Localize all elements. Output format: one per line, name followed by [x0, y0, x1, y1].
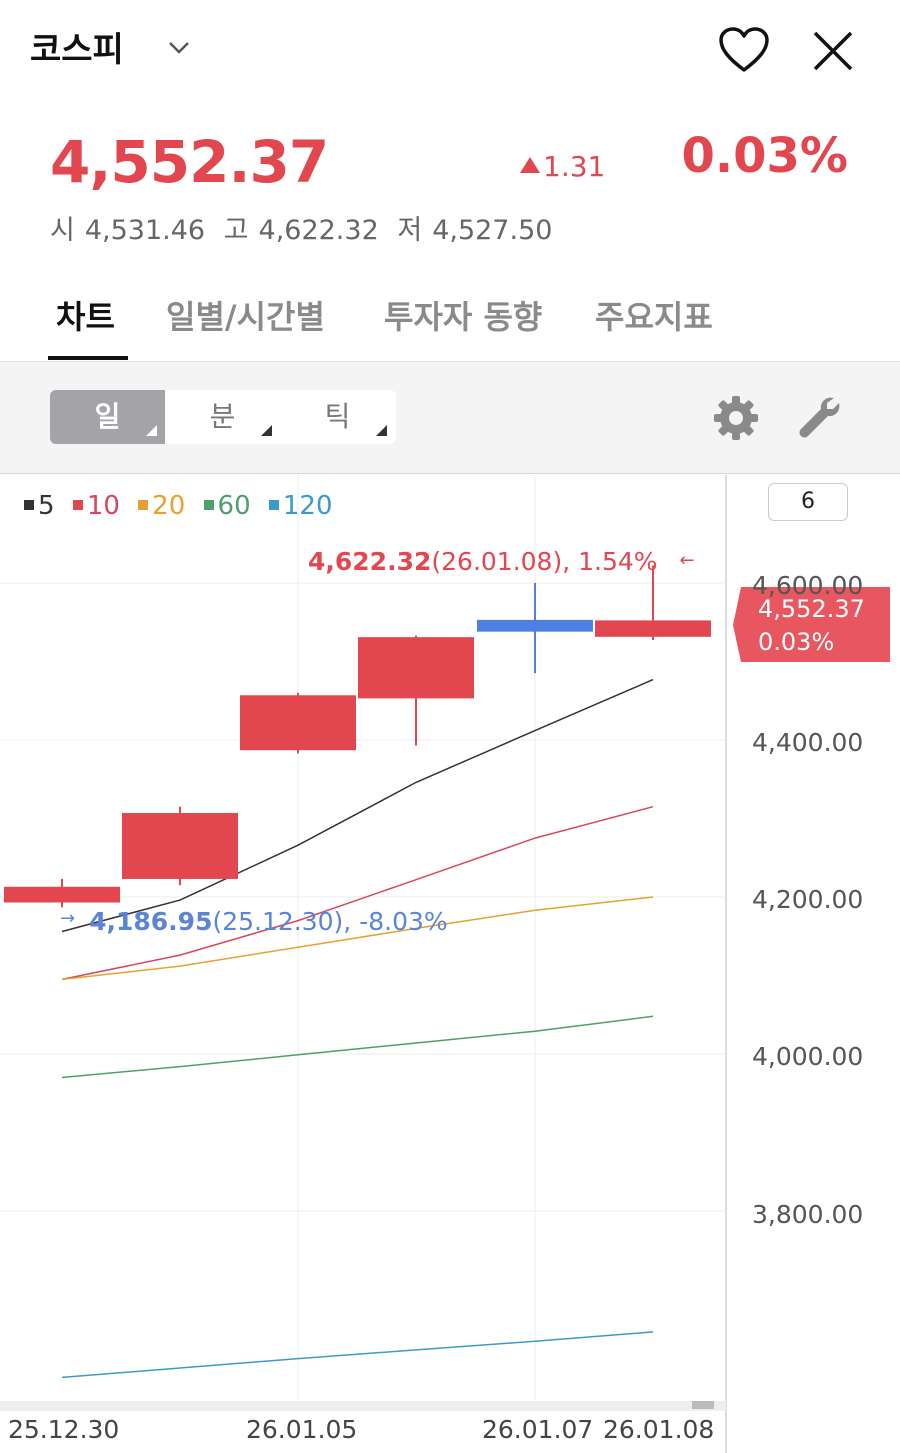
- segment-day-label: 일: [94, 400, 121, 433]
- legend-swatch: [24, 500, 34, 510]
- candle-body: [240, 695, 356, 751]
- low-label: 저: [397, 215, 423, 246]
- y-tick-label: 4,000.00: [752, 1042, 864, 1071]
- legend-ma10-label: 10: [86, 491, 120, 521]
- segment-minute-label: 분: [209, 400, 236, 433]
- corner-triangle-icon: [376, 425, 387, 436]
- tab-chart[interactable]: 차트: [56, 292, 115, 338]
- ma-line-5: [61, 678, 654, 933]
- chart-toolbar: 일 분 틱: [0, 362, 900, 474]
- high-annotation-detail: (26.01.08), 1.54%: [431, 547, 658, 576]
- legend-swatch: [72, 500, 83, 510]
- heart-icon[interactable]: [718, 26, 770, 74]
- open-high-low: 시 4,531.46 고 4,622.32 저 4,527.50: [50, 208, 562, 247]
- high-annotation-value: 4,622.32: [308, 547, 432, 576]
- segment-day[interactable]: 일: [50, 390, 165, 444]
- low-annotation-detail: (25.12.30), -8.03%: [212, 907, 448, 936]
- candle-body: [122, 813, 238, 879]
- up-triangle-icon: [520, 157, 540, 173]
- low-annotation: → 4,186.95(25.12.30), -8.03%: [60, 907, 448, 936]
- tab-daily-hourly[interactable]: 일별/시간별: [166, 292, 325, 338]
- price-tag-pct: 0.03%: [758, 628, 835, 656]
- candle-body: [4, 886, 120, 903]
- index-title[interactable]: 코스피: [30, 22, 124, 71]
- legend-ma5[interactable]: 5: [24, 491, 55, 521]
- legend-ma20[interactable]: 20: [138, 491, 185, 521]
- open-label: 시: [50, 215, 75, 246]
- legend-swatch: [138, 500, 149, 510]
- left-arrow-icon: ←: [679, 550, 695, 571]
- legend-ma120-label: 120: [282, 491, 333, 521]
- open-value: 4,531.46: [84, 215, 206, 246]
- segment-minute[interactable]: 분: [165, 390, 280, 444]
- legend-ma60-label: 60: [217, 491, 251, 521]
- chevron-down-icon[interactable]: [166, 36, 192, 58]
- header: 코스피: [0, 0, 900, 100]
- high-label: 고: [223, 215, 249, 246]
- legend-ma5-label: 5: [38, 491, 55, 521]
- legend-ma60[interactable]: 60: [203, 491, 251, 521]
- price-tag-price: 4,552.37: [758, 595, 865, 623]
- legend-ma10[interactable]: 10: [72, 491, 120, 521]
- tab-investor-trend[interactable]: 투자자 동향: [384, 292, 542, 338]
- scrollbar-thumb[interactable]: [692, 1401, 714, 1409]
- corner-triangle-icon: [146, 425, 157, 436]
- horizontal-scrollbar[interactable]: [0, 1401, 726, 1411]
- ma-line-60: [61, 1015, 654, 1079]
- gear-icon[interactable]: [712, 394, 760, 442]
- high-annotation: 4,622.32(26.01.08), 1.54% ←: [308, 547, 695, 576]
- x-tick-label: 26.01.05: [246, 1415, 358, 1444]
- segment-tick-label: 틱: [324, 400, 351, 433]
- ma-line-120: [61, 1331, 654, 1379]
- y-tick-label: 4,200.00: [752, 885, 864, 914]
- x-tick-label: 26.01.08: [603, 1415, 715, 1444]
- y-tick-label: 4,400.00: [752, 728, 864, 757]
- price-change: 1.31: [520, 150, 605, 183]
- x-tick-label: 25.12.30: [8, 1415, 120, 1444]
- ma-legend: 5 10 20 60 120: [24, 491, 343, 521]
- tab-key-indicators[interactable]: 주요지표: [595, 292, 713, 338]
- candle-body: [358, 637, 474, 699]
- period-segmented-control: 일 분 틱: [50, 390, 396, 444]
- period-input[interactable]: 6: [768, 483, 848, 521]
- low-value: 4,527.50: [432, 215, 553, 246]
- active-tab-indicator: [48, 356, 128, 360]
- x-tick-label: 26.01.07: [482, 1415, 594, 1444]
- current-price: 4,552.37: [50, 128, 329, 196]
- close-icon[interactable]: [810, 28, 856, 74]
- high-value: 4,622.32: [258, 215, 379, 246]
- right-arrow-icon: →: [60, 908, 76, 929]
- price-change-value: 1.31: [543, 150, 606, 183]
- segment-tick[interactable]: 틱: [280, 390, 395, 444]
- candle-body: [477, 619, 593, 632]
- corner-triangle-icon: [261, 425, 272, 436]
- y-tick-label: 3,800.00: [752, 1200, 864, 1229]
- low-annotation-value: 4,186.95: [89, 907, 213, 936]
- legend-ma120[interactable]: 120: [268, 491, 333, 521]
- legend-swatch: [203, 500, 214, 510]
- candle-body: [595, 620, 711, 637]
- wrench-icon[interactable]: [796, 394, 842, 440]
- tab-bar: 차트 일별/시간별 투자자 동향 주요지표: [0, 270, 900, 362]
- chart-area[interactable]: 5 10 20 60 120 6 4,622.32(26.01.08), 1.5…: [0, 475, 900, 1453]
- legend-swatch: [268, 500, 279, 510]
- price-change-percent: 0.03%: [681, 128, 848, 184]
- legend-ma20-label: 20: [152, 491, 186, 521]
- current-price-tag-text: 4,552.37 0.03%: [758, 593, 865, 659]
